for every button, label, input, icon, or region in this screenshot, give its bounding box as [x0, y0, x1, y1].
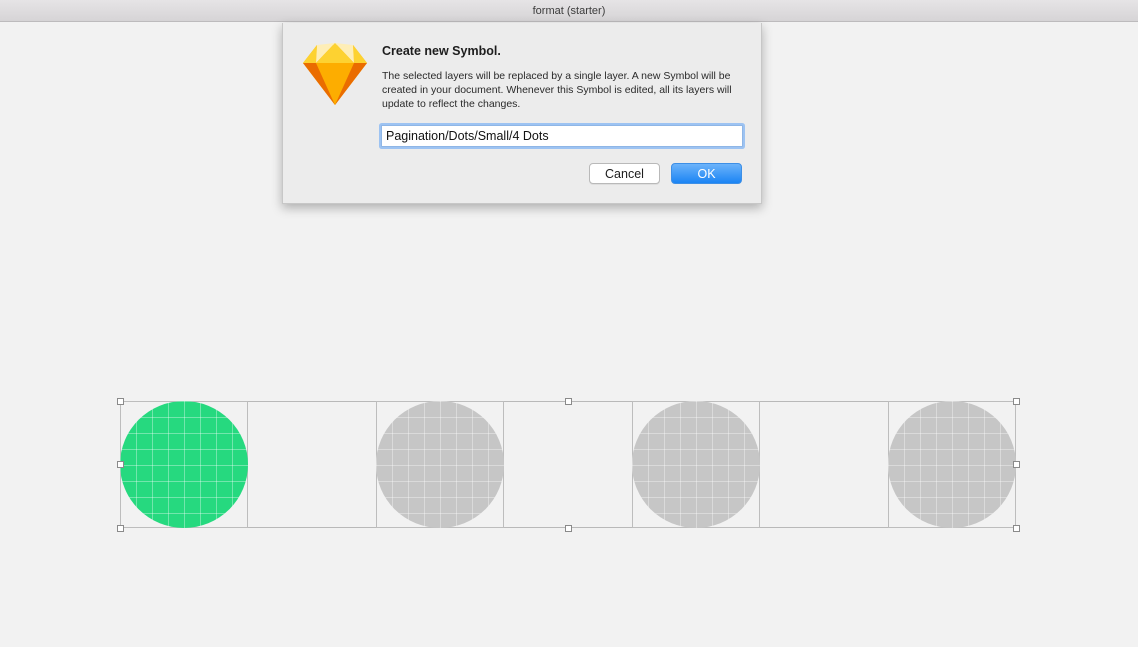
resize-handle-top-left[interactable] [117, 398, 124, 405]
create-symbol-dialog: Create new Symbol. The selected layers w… [282, 23, 762, 204]
resize-handle-middle-right[interactable] [1013, 461, 1020, 468]
window-titlebar: format (starter) [0, 0, 1138, 22]
symbol-name-input[interactable] [381, 125, 743, 147]
resize-handle-top-right[interactable] [1013, 398, 1020, 405]
window-title: format (starter) [532, 5, 606, 17]
ok-button[interactable]: OK [671, 163, 742, 184]
resize-handle-bottom-center[interactable] [565, 525, 572, 532]
dialog-title: Create new Symbol. [382, 44, 501, 58]
dialog-message: The selected layers will be replaced by … [382, 70, 732, 110]
cancel-button[interactable]: Cancel [589, 163, 660, 184]
resize-handle-middle-left[interactable] [117, 461, 124, 468]
resize-handle-bottom-left[interactable] [117, 525, 124, 532]
resize-handle-bottom-right[interactable] [1013, 525, 1020, 532]
pagination-dot[interactable] [632, 401, 760, 528]
resize-handle-top-center[interactable] [565, 398, 572, 405]
selection-bounding-box[interactable] [120, 401, 1016, 528]
sketch-diamond-icon [303, 43, 367, 105]
pagination-dot[interactable] [376, 401, 504, 528]
pagination-dot[interactable] [888, 401, 1016, 528]
pagination-dot-active[interactable] [120, 401, 248, 528]
